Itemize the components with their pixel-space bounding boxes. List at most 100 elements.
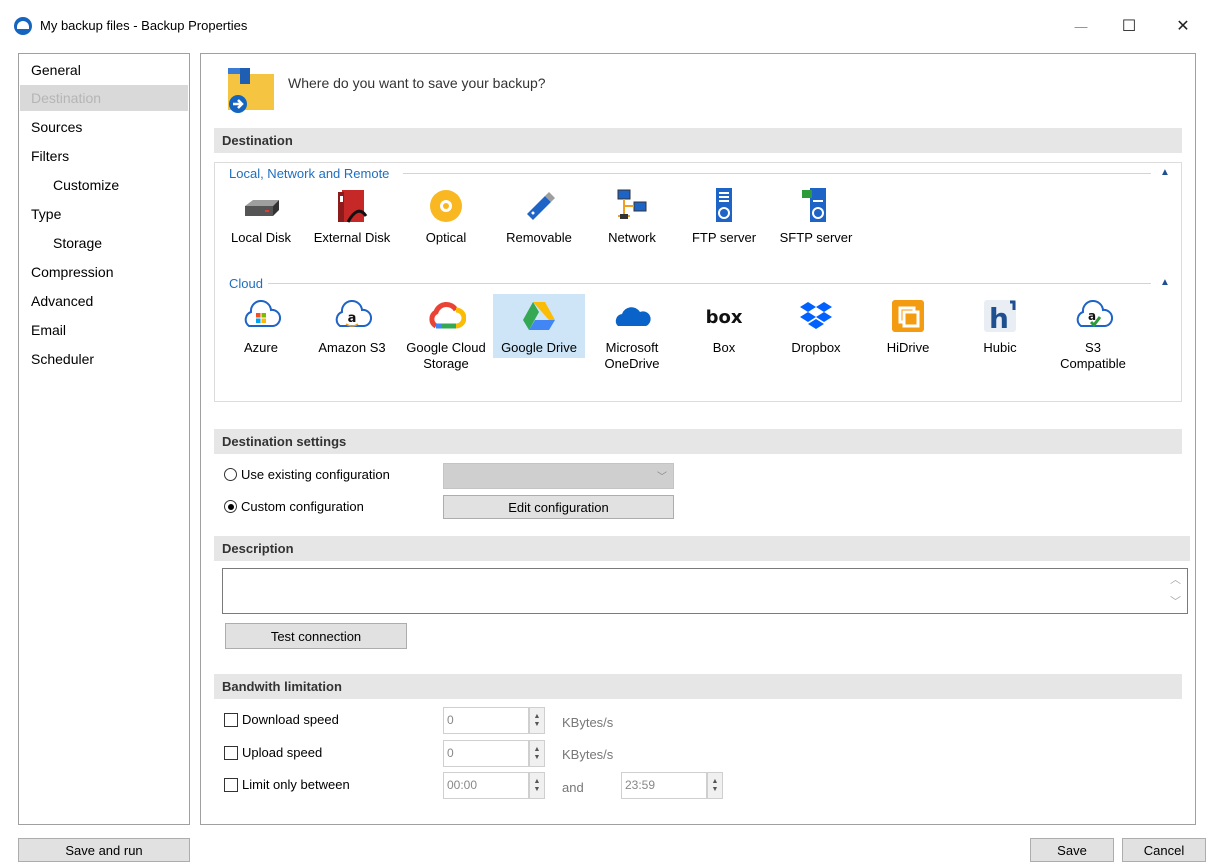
dest-removable[interactable]: Removable [493,186,585,246]
azure-icon [244,300,281,327]
dest-s3-compatible[interactable]: a S3 Compatible [1047,296,1139,372]
dest-removable-label: Removable [506,230,572,245]
cloud-group-title: Cloud [229,276,269,291]
svg-text:a: a [348,311,357,326]
upload-speed-label: Upload speed [242,745,323,760]
sidebar-item-advanced[interactable]: Advanced [20,288,188,314]
cloud-group-divider [268,283,1151,284]
close-button[interactable]: ✕ [1160,8,1206,44]
s3-compatible-icon: a [1076,300,1113,328]
optical-disc-icon [430,190,462,222]
maximize-button[interactable]: ☐ [1106,8,1152,44]
cancel-button[interactable]: Cancel [1122,838,1206,862]
sidebar-item-type[interactable]: Type [20,201,188,227]
sidebar-item-storage[interactable]: Storage [20,230,188,256]
window-title: My backup files - Backup Properties [40,18,248,33]
dest-network[interactable]: Network [586,186,678,246]
title-bar: My backup files - Backup Properties — ☐ … [0,0,1212,52]
collapse-local-chevron-icon[interactable]: ▲ [1160,167,1170,178]
dest-google-drive-label: Google Drive [501,340,577,355]
sidebar-item-sources[interactable]: Sources [20,114,188,140]
dest-google-drive[interactable]: Google Drive [493,294,585,358]
dest-local-disk[interactable]: Local Disk [215,186,307,246]
time-from-input[interactable]: 00:00 [443,772,529,799]
use-existing-radio[interactable] [224,468,237,481]
custom-config-option[interactable]: Custom configuration [224,499,364,514]
upload-speed-option[interactable]: Upload speed [224,745,322,760]
dest-ftp-server-label: FTP server [691,230,757,245]
description-textarea[interactable]: ︿ ﹀ [222,568,1188,614]
svg-text:box: box [706,307,743,328]
dest-hidrive-label: HiDrive [886,340,930,355]
dest-hidrive[interactable]: HiDrive [862,296,954,356]
dest-azure-label: Azure [244,340,278,355]
download-unit: KBytes/s [562,715,614,730]
limit-between-checkbox[interactable] [224,777,238,792]
download-speed-option[interactable]: Download speed [224,712,339,727]
use-existing-config-option[interactable]: Use existing configuration [224,467,390,482]
dest-azure[interactable]: Azure [215,296,307,356]
upload-speed-input[interactable]: 0 [443,740,529,767]
description-header: Description [214,536,1190,561]
download-speed-input[interactable]: 0 [443,707,529,734]
dest-network-label: Network [608,230,656,245]
upload-speed-checkbox[interactable] [224,745,238,760]
dest-amazon-s3[interactable]: a Amazon S3 [306,296,398,356]
limit-between-label: Limit only between [242,777,350,792]
test-connection-button[interactable]: Test connection [225,623,407,649]
time-from-stepper[interactable]: ▲ ▼ [529,772,545,799]
hubic-icon: h [984,300,1016,335]
dest-google-cloud-storage[interactable]: Google Cloud Storage [400,296,492,372]
dest-hubic[interactable]: h Hubic [954,296,1046,356]
sidebar-item-customize[interactable]: Customize [20,172,188,198]
dest-onedrive[interactable]: Microsoft OneDrive [586,296,678,372]
dest-box[interactable]: box Box [678,296,770,356]
box-logo-icon: box [706,307,743,328]
dest-external-disk[interactable]: External Disk [306,186,398,246]
limit-between-option[interactable]: Limit only between [224,777,350,792]
custom-config-radio[interactable] [224,500,237,513]
edit-configuration-button[interactable]: Edit configuration [443,495,674,519]
custom-config-label: Custom configuration [241,499,364,514]
dest-ftp-server[interactable]: FTP server [678,186,770,246]
svg-text:a: a [1088,309,1096,323]
local-group-divider [403,173,1151,174]
time-to-stepper[interactable]: ▲ ▼ [707,772,723,799]
dest-sftp-server[interactable]: SFTP server [770,186,862,246]
dest-onedrive-label-1: Microsoft [605,340,659,355]
sidebar-item-scheduler[interactable]: Scheduler [20,346,188,372]
download-speed-label: Download speed [242,712,339,727]
svg-text:h: h [989,302,1009,335]
external-disk-icon [338,190,368,223]
sidebar-item-email[interactable]: Email [20,317,188,343]
download-speed-checkbox[interactable] [224,712,238,727]
bandwidth-header: Bandwith limitation [214,674,1182,699]
dest-box-label: Box [712,340,736,355]
sidebar: General Destination Sources Filters Cust… [18,53,190,825]
amazon-s3-icon: a [335,300,372,327]
save-and-run-button[interactable]: Save and run [18,838,190,862]
download-speed-stepper[interactable]: ▲ ▼ [529,707,545,734]
sidebar-item-compression[interactable]: Compression [20,259,188,285]
sidebar-item-destination[interactable]: Destination [20,85,188,111]
local-disk-icon [245,200,279,216]
save-button[interactable]: Save [1030,838,1114,862]
collapse-cloud-chevron-icon[interactable]: ▲ [1160,277,1170,288]
scroll-up-icon[interactable]: ︿ [1170,571,1181,587]
upload-unit: KBytes/s [562,747,614,762]
sidebar-item-filters[interactable]: Filters [20,143,188,169]
time-to-input[interactable]: 23:59 [621,772,707,799]
existing-config-dropdown[interactable]: ﹀ [443,463,674,489]
network-icon [617,189,647,219]
minimize-button[interactable]: — [1058,8,1104,44]
dest-s3-compatible-label-1: S3 [1085,340,1101,355]
dropbox-icon [800,302,832,329]
scroll-down-icon[interactable]: ﹀ [1170,593,1181,609]
onedrive-icon [615,307,651,326]
dest-sftp-server-label: SFTP server [779,230,853,245]
upload-speed-stepper[interactable]: ▲ ▼ [529,740,545,767]
dest-optical[interactable]: Optical [400,186,492,246]
sidebar-item-general[interactable]: General [20,57,188,83]
usb-drive-icon [527,192,555,220]
dest-dropbox[interactable]: Dropbox [770,296,862,356]
